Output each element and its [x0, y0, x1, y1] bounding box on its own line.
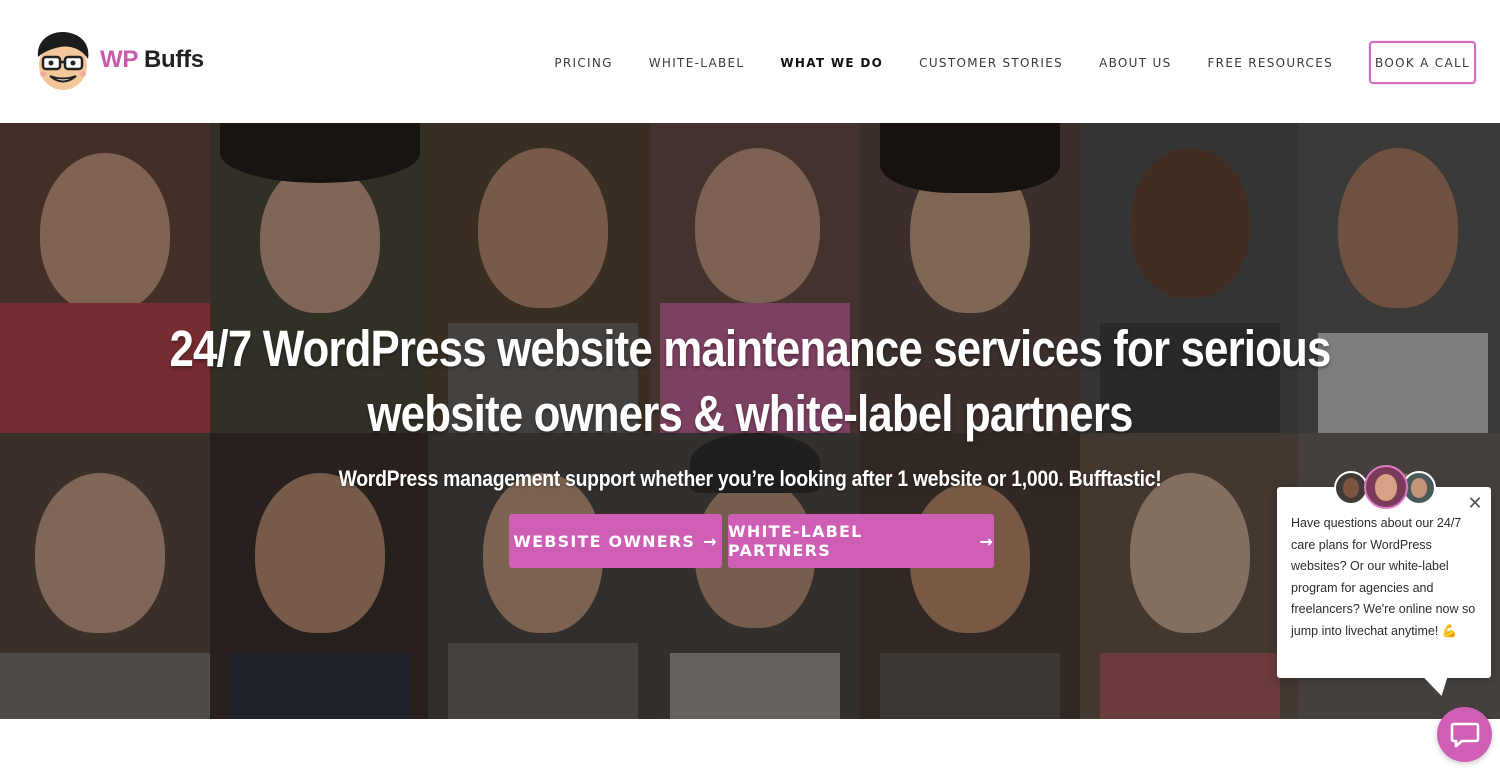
website-owners-label: WEBSITE OWNERS	[513, 531, 696, 551]
chat-bubble-icon	[1450, 722, 1479, 747]
nav-item-white-label[interactable]: WHITE-LABEL	[649, 56, 745, 70]
hero-title: 24/7 WordPress website maintenance servi…	[105, 316, 1395, 446]
site-header: WP Buffs PRICING WHITE-LABEL WHAT WE DO …	[0, 0, 1500, 123]
book-a-call-button[interactable]: BOOK A CALL	[1369, 41, 1476, 84]
logo-wp-text: WP	[100, 46, 138, 73]
chat-message: Have questions about our 24/7 care plans…	[1291, 516, 1476, 638]
arrow-right-icon: →	[703, 531, 718, 551]
hero-section: 24/7 WordPress website maintenance servi…	[0, 123, 1500, 719]
hero-title-line-2: website owners & white-label partners	[367, 385, 1133, 442]
main-nav: PRICING WHITE-LABEL WHAT WE DO CUSTOMER …	[554, 41, 1476, 84]
nav-item-pricing[interactable]: PRICING	[554, 56, 612, 70]
close-icon[interactable]: ✕	[1467, 494, 1483, 512]
wp-buffs-mascot-icon	[37, 32, 89, 90]
agent-avatar	[1364, 465, 1408, 509]
support-agent-avatars	[1334, 465, 1438, 509]
nav-item-about-us[interactable]: ABOUT US	[1099, 56, 1171, 70]
logo[interactable]: WP Buffs	[30, 26, 204, 94]
chat-popup[interactable]: ✕ Have questions about our 24/7 care pla…	[1277, 487, 1491, 678]
hero-cta-group: WEBSITE OWNERS → WHITE-LABEL PARTNERS →	[509, 514, 994, 568]
white-label-partners-label: WHITE-LABEL PARTNERS	[728, 522, 863, 560]
white-label-partners-button[interactable]: WHITE-LABEL PARTNERS →	[728, 514, 994, 568]
nav-item-free-resources[interactable]: FREE RESOURCES	[1207, 56, 1333, 70]
nav-item-what-we-do[interactable]: WHAT WE DO	[780, 56, 883, 70]
logo-wordmark: WP Buffs	[100, 46, 204, 74]
logo-buffs-text: Buffs	[144, 46, 204, 73]
agent-avatar	[1334, 471, 1368, 505]
arrow-right-icon: →	[979, 531, 994, 551]
website-owners-button[interactable]: WEBSITE OWNERS →	[509, 514, 722, 568]
nav-item-customer-stories[interactable]: CUSTOMER STORIES	[919, 56, 1063, 70]
chat-launcher-button[interactable]	[1437, 707, 1492, 762]
hero-title-line-1: 24/7 WordPress website maintenance servi…	[169, 320, 1331, 377]
hero-subtitle: WordPress management support whether you…	[338, 466, 1162, 491]
